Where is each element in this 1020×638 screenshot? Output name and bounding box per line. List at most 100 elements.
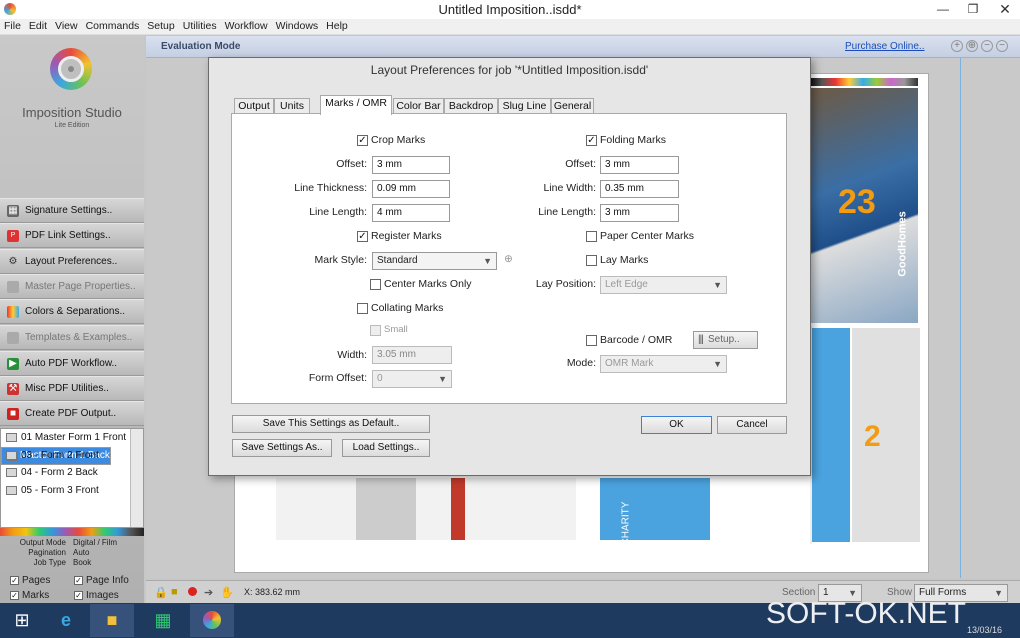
mode-label: Mode: [566, 357, 596, 369]
crop-line-length-label: Line Length: [309, 206, 367, 218]
purchase-online-link[interactable]: Purchase Online.. [845, 41, 925, 52]
form-item[interactable]: 04 - Form 2 Back [1, 464, 143, 482]
collating-width-input[interactable]: 3.05 mm [372, 346, 452, 364]
crop-marks-label: Crop Marks [371, 134, 426, 146]
folding-marks-label: Folding Marks [600, 134, 666, 146]
form-list-scrollbar[interactable] [130, 429, 143, 527]
menu-file[interactable]: File [0, 19, 25, 34]
record-icon[interactable] [188, 587, 197, 596]
lay-marks-checkbox[interactable] [586, 255, 597, 266]
save-settings-as-button[interactable]: Save Settings As.. [232, 439, 332, 457]
cancel-button[interactable]: Cancel [717, 416, 787, 434]
form-icon [6, 450, 17, 460]
internet-explorer-icon[interactable]: e [44, 604, 88, 637]
fold-line-length-input[interactable]: 3 mm [600, 204, 679, 222]
lock-icon[interactable]: 🔒 [154, 586, 168, 599]
menu-windows[interactable]: Windows [272, 19, 323, 34]
zoom-out-icon[interactable]: − [981, 40, 993, 52]
page-info-checkbox[interactable]: ✓ [74, 576, 83, 585]
register-marks-checkbox[interactable]: ✓ [357, 231, 368, 242]
load-settings-button[interactable]: Load Settings.. [342, 439, 430, 457]
collating-width-label: Width: [337, 349, 367, 361]
nav-signature-settings[interactable]: ▦ Signature Settings.. [0, 198, 144, 223]
form-list[interactable]: 01 Master Form 1 Front 02 Master Form 1 … [0, 428, 144, 528]
evaluation-bar: Evaluation Mode Purchase Online.. + ⊕ − … [146, 36, 1020, 58]
crop-marks-checkbox[interactable]: ✓ [357, 135, 368, 146]
zoom-in-icon[interactable]: + [951, 40, 963, 52]
tools-icon: ⚒ [7, 383, 19, 395]
crop-offset-input[interactable]: 3 mm [372, 156, 450, 174]
windows-start-icon[interactable]: ⊞ [0, 604, 44, 637]
info-key: Pagination [28, 548, 66, 557]
menu-commands[interactable]: Commands [82, 19, 144, 34]
setup-button[interactable]: ||| Setup.. [693, 331, 758, 349]
line-width-input[interactable]: 0.35 mm [600, 180, 679, 198]
form-item[interactable]: 03 - Form 2 Front [1, 447, 143, 465]
store-icon[interactable]: ▦ [141, 604, 185, 637]
menu-workflow[interactable]: Workflow [221, 19, 272, 34]
folding-marks-checkbox[interactable]: ✓ [586, 135, 597, 146]
minimize-button[interactable]: — [928, 0, 958, 19]
zoom-fit-icon[interactable]: ⊕ [966, 40, 978, 52]
tab-backdrop[interactable]: Backdrop [444, 98, 498, 114]
tab-slug-line[interactable]: Slug Line [498, 98, 551, 114]
pages-checkbox[interactable]: ✓ [10, 576, 19, 585]
small-checkbox[interactable] [370, 325, 381, 336]
template-icon [7, 332, 19, 344]
center-marks-only-checkbox[interactable] [370, 279, 381, 290]
nav-auto-pdf-workflow[interactable]: ▶ Auto PDF Workflow.. [0, 351, 144, 376]
fold-offset-input[interactable]: 3 mm [600, 156, 679, 174]
menu-help[interactable]: Help [322, 19, 352, 34]
marks-checkbox[interactable]: ✓ [10, 591, 19, 600]
line-thickness-input[interactable]: 0.09 mm [372, 180, 450, 198]
tab-general[interactable]: General [551, 98, 594, 114]
pdf-icon: P [7, 230, 19, 242]
page-info-label: Page Info [86, 575, 129, 586]
images-checkbox[interactable]: ✓ [74, 591, 83, 600]
menu-view[interactable]: View [51, 19, 82, 34]
save-default-button[interactable]: Save This Settings as Default.. [232, 415, 430, 433]
tab-output[interactable]: Output [234, 98, 274, 114]
grey-column [852, 328, 920, 542]
note-icon[interactable]: ■ [171, 586, 178, 598]
nav-create-pdf-output[interactable]: ■ Create PDF Output.. [0, 401, 144, 426]
collating-marks-checkbox[interactable] [357, 303, 368, 314]
menu-edit[interactable]: Edit [25, 19, 51, 34]
imposition-studio-taskbar-icon[interactable] [190, 604, 234, 637]
mode-select[interactable]: OMR Mark ▼ [600, 355, 727, 373]
restore-button[interactable]: ❐ [958, 0, 988, 19]
pointer-icon[interactable]: ➔ [204, 586, 213, 599]
mark-style-select[interactable]: Standard ▼ [372, 252, 497, 270]
hand-icon[interactable]: ✋ [220, 586, 234, 599]
title-bar: Untitled Imposition..isdd* — ❐ ✕ [0, 0, 1020, 19]
form-item[interactable]: 05 - Form 3 Front [1, 482, 143, 500]
clock-date: 13/03/16 [967, 625, 1003, 635]
paper-center-marks-checkbox[interactable] [586, 231, 597, 242]
app-logo-icon [50, 48, 92, 90]
chevron-down-icon: ▼ [713, 280, 722, 290]
form-offset-select[interactable]: 0 ▼ [372, 370, 452, 388]
app-edition: Lite Edition [54, 122, 90, 129]
lower-page-charity: CHARITY [600, 478, 710, 545]
nav-master-page-properties[interactable]: Master Page Properties.. [0, 274, 144, 299]
form-item[interactable]: 01 Master Form 1 Front [1, 429, 143, 447]
nav-colors-separations[interactable]: Colors & Separations.. [0, 299, 144, 324]
zoom-reset-icon[interactable]: − [996, 40, 1008, 52]
tab-units[interactable]: Units [274, 98, 310, 114]
barcode-omr-checkbox[interactable] [586, 335, 597, 346]
nav-layout-preferences[interactable]: ⚙ Layout Preferences.. [0, 249, 144, 274]
ok-button[interactable]: OK [641, 416, 712, 434]
nav-pdf-link-settings[interactable]: P PDF Link Settings.. [0, 223, 144, 248]
tab-color-bar[interactable]: Color Bar [393, 98, 444, 114]
tab-marks-omr[interactable]: Marks / OMR [320, 95, 392, 115]
file-explorer-icon[interactable]: ■ [90, 604, 134, 637]
close-button[interactable]: ✕ [990, 0, 1020, 19]
menu-setup[interactable]: Setup [143, 19, 178, 34]
grid-icon: ▦ [7, 205, 19, 217]
nav-misc-pdf-utilities[interactable]: ⚒ Misc PDF Utilities.. [0, 376, 144, 401]
form-offset-label: Form Offset: [308, 372, 367, 384]
menu-utilities[interactable]: Utilities [179, 19, 221, 34]
crop-line-length-input[interactable]: 4 mm [372, 204, 450, 222]
nav-templates-examples[interactable]: Templates & Examples.. [0, 325, 144, 350]
lay-position-select[interactable]: Left Edge ▼ [600, 276, 727, 294]
